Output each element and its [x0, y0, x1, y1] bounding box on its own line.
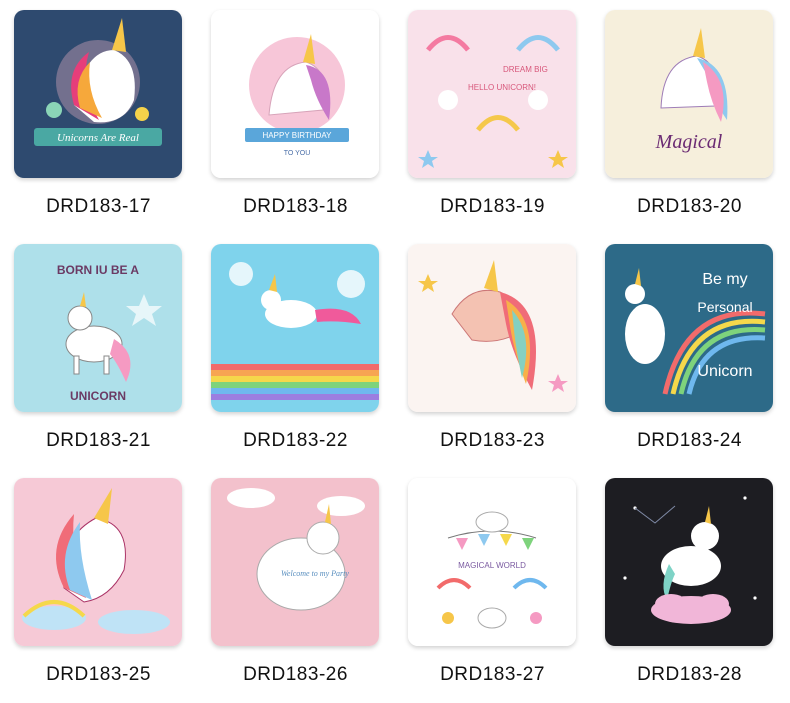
product-card[interactable]: MAGICAL WORLD DRD183-27 — [394, 468, 591, 702]
product-card[interactable]: HELLO UNICORN! DREAM BIG DRD183-19 — [394, 0, 591, 234]
svg-text:Be my: Be my — [702, 271, 747, 288]
pillow-image[interactable]: HAPPY BIRTHDAY TO YOU — [211, 10, 379, 178]
unicorn-pillow-illustration: HELLO UNICORN! DREAM BIG — [408, 10, 576, 178]
pillow-image[interactable] — [14, 478, 182, 646]
product-code: DRD183-20 — [637, 196, 742, 217]
svg-text:Unicorn: Unicorn — [697, 363, 752, 380]
product-card[interactable]: Unicorns Are Real DRD183-17 — [0, 0, 197, 234]
product-card[interactable]: Welcome to my Party DRD183-26 — [197, 468, 394, 702]
svg-text:Magical: Magical — [655, 131, 723, 153]
product-code: DRD183-23 — [440, 430, 545, 451]
product-card[interactable]: DRD183-28 — [591, 468, 788, 702]
product-code: DRD183-17 — [46, 196, 151, 217]
product-code: DRD183-22 — [243, 430, 348, 451]
unicorn-pillow-illustration: Be my Personal Unicorn — [605, 244, 773, 412]
svg-text:UNICORN: UNICORN — [70, 389, 126, 403]
product-code: DRD183-28 — [637, 664, 742, 685]
svg-text:BORN IU BE A: BORN IU BE A — [57, 263, 140, 277]
svg-text:Welcome to my Party: Welcome to my Party — [281, 569, 349, 578]
product-card[interactable]: DRD183-23 — [394, 234, 591, 468]
pillow-image[interactable]: MAGICAL WORLD — [408, 478, 576, 646]
product-card[interactable]: BORN IU BE A UNICORN DRD183-21 — [0, 234, 197, 468]
unicorn-pillow-illustration — [14, 478, 182, 646]
product-grid: Unicorns Are Real DRD183-17 HAPPY BIRTHD… — [0, 0, 790, 703]
pillow-image[interactable]: HELLO UNICORN! DREAM BIG — [408, 10, 576, 178]
pillow-image[interactable]: BORN IU BE A UNICORN — [14, 244, 182, 412]
product-code: DRD183-26 — [243, 664, 348, 685]
unicorn-pillow-illustration: BORN IU BE A UNICORN — [14, 244, 182, 412]
svg-text:MAGICAL WORLD: MAGICAL WORLD — [458, 561, 526, 570]
pillow-image[interactable]: Magical — [605, 10, 773, 178]
product-card[interactable]: DRD183-25 — [0, 468, 197, 702]
product-card[interactable]: HAPPY BIRTHDAY TO YOU DRD183-18 — [197, 0, 394, 234]
unicorn-pillow-illustration: MAGICAL WORLD — [408, 478, 576, 646]
svg-text:Personal: Personal — [697, 299, 752, 315]
unicorn-pillow-illustration: Unicorns Are Real — [14, 10, 182, 178]
product-card[interactable]: Be my Personal Unicorn DRD183-24 — [591, 234, 788, 468]
product-card[interactable]: Magical DRD183-20 — [591, 0, 788, 234]
product-code: DRD183-27 — [440, 664, 545, 685]
svg-text:Unicorns Are Real: Unicorns Are Real — [57, 132, 139, 144]
product-code: DRD183-19 — [440, 196, 545, 217]
pillow-image[interactable] — [408, 244, 576, 412]
product-code: DRD183-21 — [46, 430, 151, 451]
svg-text:TO YOU: TO YOU — [284, 150, 311, 157]
product-code: DRD183-25 — [46, 664, 151, 685]
pillow-image[interactable] — [605, 478, 773, 646]
svg-text:DREAM BIG: DREAM BIG — [503, 65, 548, 74]
unicorn-pillow-illustration: Welcome to my Party — [211, 478, 379, 646]
product-card[interactable]: DRD183-22 — [197, 234, 394, 468]
pillow-image[interactable]: Unicorns Are Real — [14, 10, 182, 178]
unicorn-pillow-illustration — [211, 244, 379, 412]
pillow-image[interactable]: Be my Personal Unicorn — [605, 244, 773, 412]
product-code: DRD183-24 — [637, 430, 742, 451]
unicorn-pillow-illustration: HAPPY BIRTHDAY TO YOU — [211, 10, 379, 178]
unicorn-pillow-illustration — [605, 478, 773, 646]
unicorn-pillow-illustration — [408, 244, 576, 412]
svg-text:HAPPY BIRTHDAY: HAPPY BIRTHDAY — [263, 131, 333, 140]
pillow-image[interactable] — [211, 244, 379, 412]
svg-text:HELLO UNICORN!: HELLO UNICORN! — [468, 83, 536, 92]
unicorn-pillow-illustration: Magical — [605, 10, 773, 178]
pillow-image[interactable]: Welcome to my Party — [211, 478, 379, 646]
product-code: DRD183-18 — [243, 196, 348, 217]
